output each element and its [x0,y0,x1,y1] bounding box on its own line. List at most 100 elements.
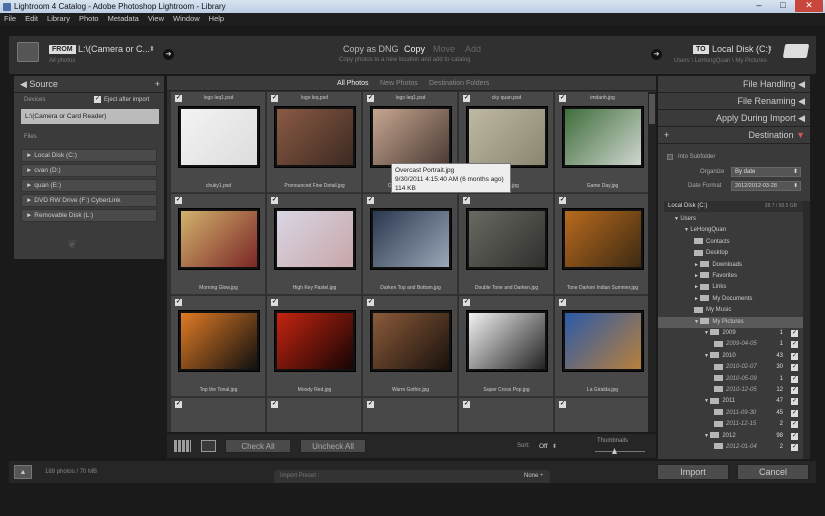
maximize-button[interactable]: □ [771,0,795,12]
photo-cell[interactable]: ✓ High Key Pastel.jpg [267,194,362,295]
folder-checkbox[interactable]: ✓ [791,375,798,383]
folder-checkbox[interactable]: ✓ [791,387,798,394]
folder-tree-item[interactable]: ► Favorites [658,271,803,282]
folder-tree-item[interactable]: ► Links [658,282,803,293]
sort-dropdown-icon[interactable]: ⬍ [552,443,557,450]
check-all-button[interactable]: Check All [225,439,291,453]
photo-thumbnail[interactable] [275,107,355,167]
photo-checkbox[interactable]: ✓ [175,299,182,306]
folder-tree-item[interactable]: ▼ 2010 43 ✓ [658,351,803,362]
photo-thumbnail[interactable] [371,311,451,371]
photo-thumbnail[interactable] [371,107,451,167]
menu-item-file[interactable]: File [4,14,16,23]
photo-thumbnail[interactable] [179,107,259,167]
drive-item[interactable]: ► Removable Disk (L:) [21,209,157,222]
photo-cell[interactable]: ✓ [363,398,458,432]
folder-checkbox[interactable]: ✓ [791,409,798,417]
drive-item[interactable]: ► cvan (D:) [21,164,157,177]
photo-cell[interactable]: ✓ [267,398,362,432]
photo-thumbnail[interactable] [371,209,451,269]
close-button[interactable]: ✕ [795,0,823,12]
photo-cell[interactable]: ✓ [459,398,554,432]
folder-tree-item[interactable]: ▼ My Pictures [658,316,803,328]
photo-checkbox[interactable]: ✓ [559,197,566,204]
loupe-view-icon[interactable] [201,440,216,452]
folder-tree-item[interactable]: ▼ 2012 98 ✓ [658,431,803,442]
photo-checkbox[interactable]: ✓ [175,401,182,408]
folder-tree-item[interactable]: 2012-01-04 2 ✓ [658,442,803,453]
folder-checkbox[interactable]: ✓ [791,398,798,406]
photo-checkbox[interactable]: ✓ [559,401,566,408]
folder-tree-item[interactable]: ► My Documents [658,294,803,305]
folder-checkbox[interactable]: ✓ [791,352,798,360]
folder-checkbox[interactable]: ✓ [791,364,798,372]
photo-checkbox[interactable]: ✓ [463,197,470,204]
photo-cell[interactable]: ✓ Super Cross Pop.jpg [459,296,554,397]
folder-tree-item[interactable]: 2009-04-05 1 ✓ [658,339,803,350]
scroll-thumb[interactable] [649,94,655,124]
photo-cell[interactable]: ✓ [555,398,650,432]
photo-checkbox[interactable]: ✓ [559,299,566,306]
apply-during-import-header[interactable]: Apply During Import ◀ [658,110,810,127]
photo-cell[interactable]: ✓ Warm Gothic.jpg [363,296,458,397]
tree-scrollbar[interactable] [803,201,810,459]
into-subfolder-checkbox[interactable] [667,154,673,160]
drive-item[interactable]: ► DVD RW Drive (F:) CyberLink [21,194,157,207]
folder-checkbox[interactable]: ✓ [791,432,798,440]
add-icon[interactable]: + [664,127,669,144]
photo-checkbox[interactable]: ✓ [463,401,470,408]
folder-checkbox[interactable]: ✓ [791,341,798,349]
tab-destination-folders[interactable]: Destination Folders [429,80,489,87]
photo-thumbnail[interactable] [179,209,259,269]
photo-thumbnail[interactable] [467,311,547,371]
device-item[interactable]: L:\(Camera or Card Reader) [21,109,159,124]
import-preset-bar[interactable]: Import Preset : None ÷ [274,470,550,483]
folder-tree-item[interactable]: 2011-09-30 45 ✓ [658,408,803,419]
photo-thumbnail[interactable] [467,209,547,269]
photo-thumbnail[interactable] [179,311,259,371]
photo-cell[interactable]: ✓ Top the Tonal.jpg [171,296,266,397]
eject-checkbox[interactable]: ✓ [94,96,101,103]
grid-scrollbar[interactable] [648,92,656,432]
minimize-button[interactable]: – [747,0,771,12]
photo-cell[interactable]: ✓ Double Tone and Darken.jpg [459,194,554,295]
sort-select[interactable]: Off [539,443,548,450]
menu-item-metadata[interactable]: Metadata [108,14,139,23]
photo-checkbox[interactable]: ✓ [463,299,470,306]
drive-item[interactable]: ► quan (E:) [21,179,157,192]
cancel-button[interactable]: Cancel [737,464,809,480]
folder-tree-item[interactable]: 2010-12-05 12 ✓ [658,385,803,396]
tab-all-photos[interactable]: All Photos [337,80,369,87]
grid-view-icon[interactable] [174,440,191,452]
photo-thumbnail[interactable] [563,107,643,167]
photo-checkbox[interactable]: ✓ [367,197,374,204]
photo-checkbox[interactable]: ✓ [271,197,278,204]
photo-cell[interactable]: ✓ Morning Glow.jpg [171,194,266,295]
folder-checkbox[interactable]: ✓ [791,330,798,337]
photo-checkbox[interactable]: ✓ [175,197,182,204]
photo-thumbnail[interactable] [275,209,355,269]
from-path[interactable]: L:\(Camera or C... [78,44,150,54]
mode-copy-dng[interactable]: Copy as DNG [343,44,399,54]
mode-copy[interactable]: Copy [404,44,425,54]
photo-thumbnail[interactable] [467,107,547,167]
photo-cell[interactable]: ✓ La Giralda.jpg [555,296,650,397]
folder-checkbox[interactable]: ✓ [791,444,798,451]
menu-item-photo[interactable]: Photo [79,14,99,23]
menu-item-library[interactable]: Library [47,14,70,23]
folder-tree-item[interactable]: ▼ 2009 1 ✓ [658,328,803,339]
folder-tree-item[interactable]: 2011-12-15 2 ✓ [658,419,803,430]
photo-thumbnail[interactable] [563,311,643,371]
photo-cell[interactable]: ✓ Moody Red.jpg [267,296,362,397]
photo-cell[interactable]: ✓ Darken Top and Bottom.jpg [363,194,458,295]
file-renaming-header[interactable]: File Renaming ◀ [658,93,810,110]
drive-item[interactable]: ► Local Disk (C:) [21,149,157,162]
to-path[interactable]: Local Disk (C:) [712,44,771,54]
import-preset-value[interactable]: None ÷ [524,473,543,479]
to-dropdown-icon[interactable]: ⬍ [767,45,773,53]
photo-cell[interactable]: ✓ [171,398,266,432]
menu-item-view[interactable]: View [148,14,164,23]
menu-item-edit[interactable]: Edit [25,14,38,23]
photo-checkbox[interactable]: ✓ [271,401,278,408]
organize-select[interactable]: By date ⬍ [731,167,801,177]
